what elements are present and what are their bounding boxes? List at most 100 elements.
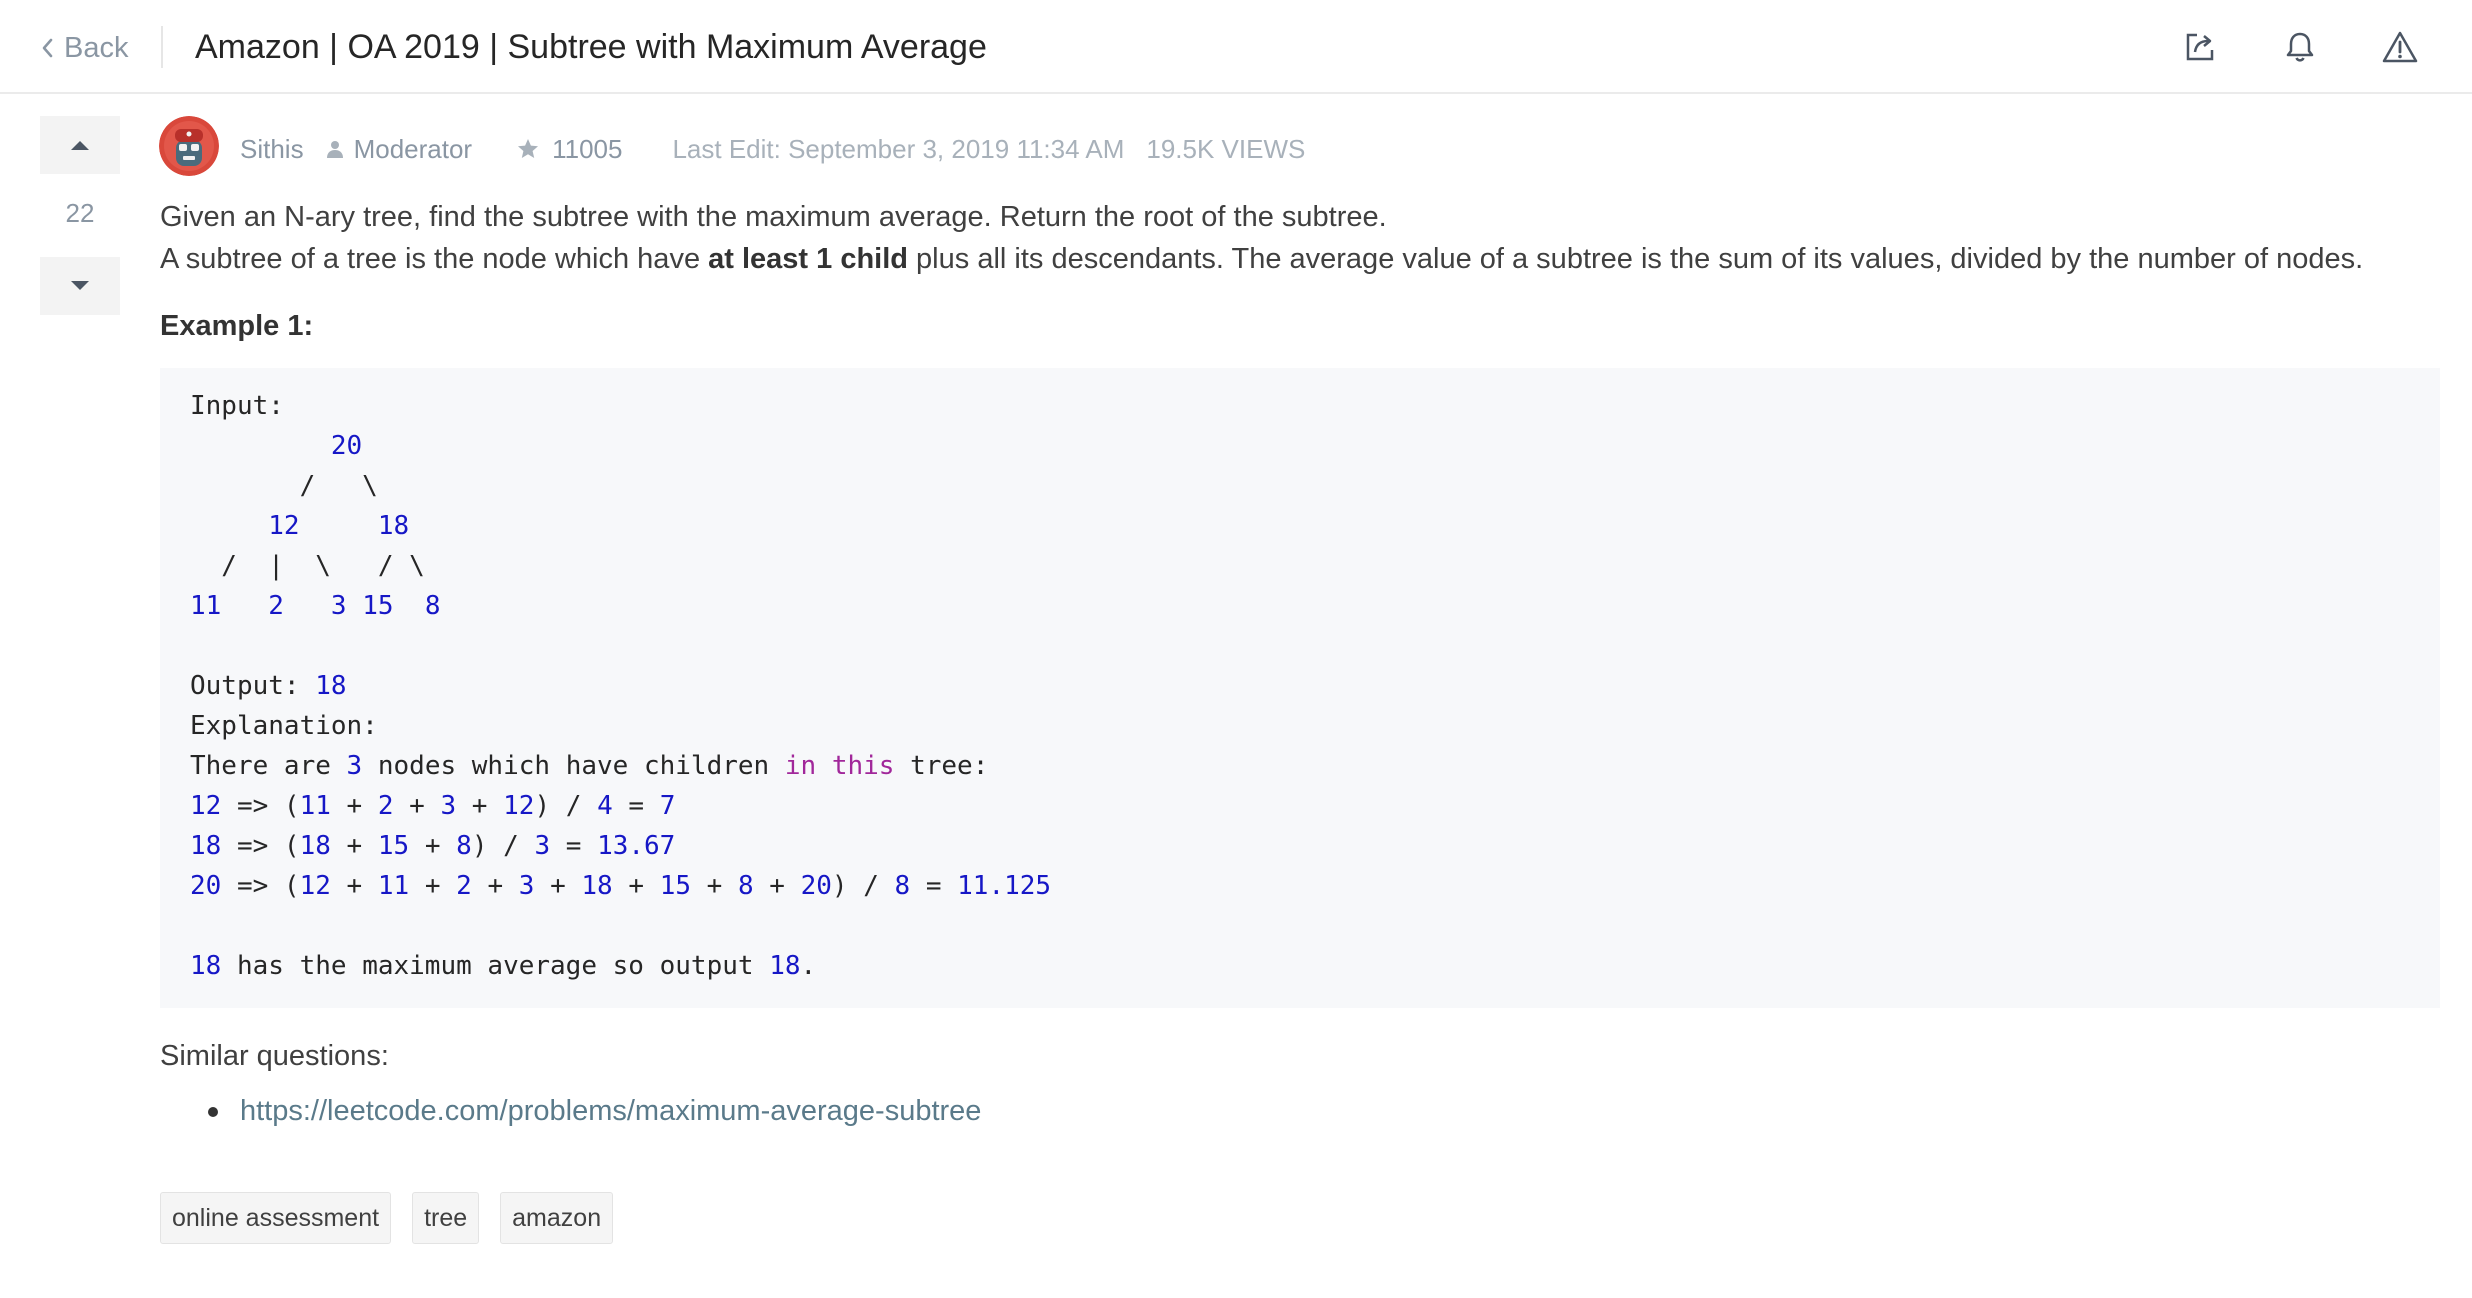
- code-line: 20: [190, 426, 2410, 466]
- code-text: tree:: [894, 751, 989, 781]
- code-number: 12: [190, 791, 222, 821]
- bell-icon[interactable]: [2280, 27, 2320, 67]
- warning-icon[interactable]: [2380, 27, 2420, 67]
- code-text: +: [409, 831, 457, 861]
- code-block: Input: 20 / \ 12 18 / | \ / \ 11 2 3 15 8…: [160, 368, 2440, 1008]
- code-number: 18: [377, 511, 410, 541]
- code-line: 18 has the maximum average so output 18.: [190, 946, 2410, 986]
- caret-down-icon: [71, 281, 89, 290]
- star-icon: [518, 139, 539, 158]
- code-text: +: [409, 871, 457, 901]
- code-number: 18: [299, 831, 331, 861]
- tag-online-assessment[interactable]: online assessment: [160, 1192, 392, 1244]
- code-text: Output:: [190, 671, 316, 701]
- code-number: 2: [456, 871, 472, 901]
- caret-up-icon: [71, 141, 89, 150]
- avatar[interactable]: [159, 116, 219, 176]
- similar-questions-heading: Similar questions:: [160, 1040, 389, 1072]
- code-line: There are 3 nodes which have children in…: [190, 746, 2410, 786]
- example-heading: Example 1:: [160, 310, 314, 342]
- code-number: 3: [330, 591, 347, 621]
- bold-text: at least 1 child: [708, 243, 908, 275]
- code-line: 20 => (12 + 11 + 2 + 3 + 18 + 15 + 8 + 2…: [190, 866, 2410, 906]
- code-number: 8: [737, 871, 754, 901]
- code-text: ) /: [831, 871, 895, 901]
- header-divider: [161, 26, 163, 68]
- code-keyword: this: [831, 751, 895, 781]
- code-number: 20: [330, 431, 363, 461]
- code-line: / | \ / \: [190, 546, 2410, 586]
- code-number: 20: [800, 871, 832, 901]
- code-text: +: [612, 871, 660, 901]
- code-line: 12 => (11 + 2 + 3 + 12) / 4 = 7: [190, 786, 2410, 826]
- code-text: +: [534, 871, 582, 901]
- code-number: 3: [440, 791, 457, 821]
- code-text: +: [471, 871, 519, 901]
- tag-amazon[interactable]: amazon: [500, 1192, 614, 1244]
- paragraph-text: plus all its descendants. The average va…: [908, 243, 2364, 275]
- code-number: 20: [190, 871, 222, 901]
- code-text: .: [800, 951, 817, 981]
- post-content: Given an N-ary tree, find the subtree wi…: [160, 196, 2440, 1244]
- share-icon[interactable]: [2180, 27, 2220, 67]
- code-line: 12 18: [190, 506, 2410, 546]
- code-text: => (: [221, 831, 300, 861]
- code-line: 11 2 3 15 8: [190, 586, 2410, 626]
- code-number: 3: [346, 751, 363, 781]
- code-text: +: [330, 871, 378, 901]
- bullet: [208, 1106, 218, 1117]
- code-text: ) /: [534, 791, 598, 821]
- list-item: https://leetcode.com/problems/maximum-av…: [160, 1095, 2440, 1128]
- tag-tree[interactable]: tree: [412, 1192, 480, 1244]
- code-text: / | \ / \: [190, 551, 425, 581]
- code-number: 7: [659, 791, 676, 821]
- code-number: 18: [190, 951, 222, 981]
- code-number: 4: [597, 791, 613, 821]
- code-number: 2: [268, 591, 284, 621]
- code-text: =: [910, 871, 958, 901]
- post-paragraph: Given an N-ary tree, find the subtree wi…: [160, 201, 1387, 233]
- code-number: 12: [299, 871, 331, 901]
- author-username[interactable]: Sithis: [240, 134, 304, 165]
- post-meta: Sithis Moderator 11005 Last Edit: Septem…: [240, 132, 1305, 166]
- page-title: Amazon | OA 2019 | Subtree with Maximum …: [195, 28, 987, 66]
- code-number: 8: [894, 871, 911, 901]
- code-number: 18: [315, 671, 347, 701]
- code-line: Output: 18: [190, 666, 2410, 706]
- code-text: +: [456, 791, 504, 821]
- code-text: => (: [221, 871, 300, 901]
- code-text: has the maximum average so output: [221, 951, 770, 981]
- code-text: / \: [190, 471, 378, 501]
- code-text: nodes which have children: [362, 751, 785, 781]
- code-number: 2: [377, 791, 394, 821]
- code-line: Explanation:: [190, 706, 2410, 746]
- back-button[interactable]: Back: [40, 28, 128, 68]
- post-paragraph: A subtree of a tree is the node which ha…: [160, 238, 2440, 280]
- reputation-value: 11005: [552, 133, 623, 164]
- code-text: +: [393, 791, 441, 821]
- similar-question-link[interactable]: https://leetcode.com/problems/maximum-av…: [240, 1095, 981, 1128]
- author-reputation: 11005: [516, 134, 622, 165]
- view-count: 19.5K VIEWS: [1146, 133, 1306, 164]
- code-number: 18: [190, 831, 222, 861]
- last-edit: Last Edit: September 3, 2019 11:34 AM: [672, 133, 1125, 164]
- code-number: 11: [299, 791, 331, 821]
- downvote-button[interactable]: [40, 257, 120, 315]
- code-number: 13.67: [597, 831, 676, 861]
- code-text: ) /: [471, 831, 535, 861]
- upvote-button[interactable]: [40, 116, 120, 174]
- code-number: 18: [769, 951, 801, 981]
- code-text: => (: [221, 791, 300, 821]
- code-number: 11.125: [957, 871, 1052, 901]
- code-number: 15: [659, 871, 691, 901]
- user-icon: [326, 141, 343, 158]
